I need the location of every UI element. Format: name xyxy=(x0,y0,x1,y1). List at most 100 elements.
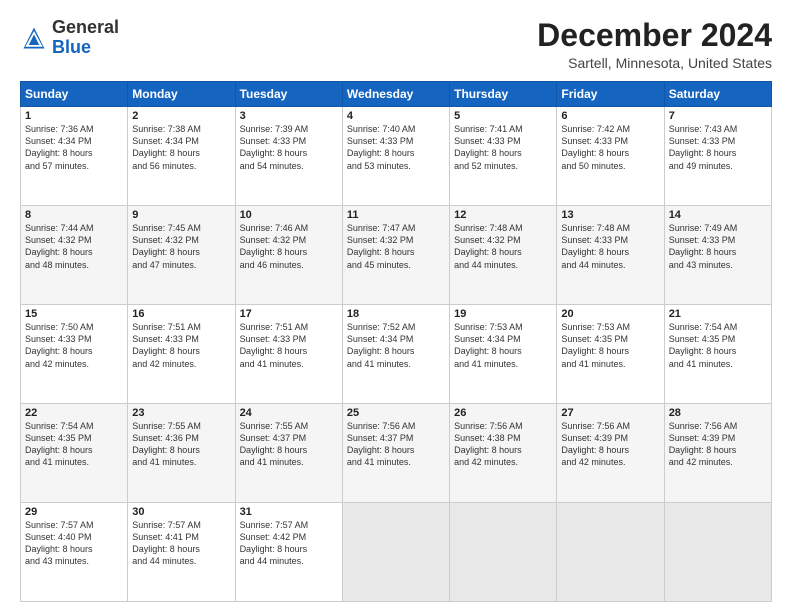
day-cell: 2Sunrise: 7:38 AM Sunset: 4:34 PM Daylig… xyxy=(128,107,235,206)
day-cell: 20Sunrise: 7:53 AM Sunset: 4:35 PM Dayli… xyxy=(557,305,664,404)
col-header-tuesday: Tuesday xyxy=(235,82,342,107)
day-info: Sunrise: 7:39 AM Sunset: 4:33 PM Dayligh… xyxy=(240,123,338,172)
week-row-4: 22Sunrise: 7:54 AM Sunset: 4:35 PM Dayli… xyxy=(21,404,772,503)
day-info: Sunrise: 7:56 AM Sunset: 4:39 PM Dayligh… xyxy=(669,420,767,469)
calendar-header-row: SundayMondayTuesdayWednesdayThursdayFrid… xyxy=(21,82,772,107)
day-cell: 23Sunrise: 7:55 AM Sunset: 4:36 PM Dayli… xyxy=(128,404,235,503)
day-info: Sunrise: 7:43 AM Sunset: 4:33 PM Dayligh… xyxy=(669,123,767,172)
day-number: 29 xyxy=(25,506,123,518)
day-cell: 1Sunrise: 7:36 AM Sunset: 4:34 PM Daylig… xyxy=(21,107,128,206)
day-info: Sunrise: 7:45 AM Sunset: 4:32 PM Dayligh… xyxy=(132,222,230,271)
day-cell: 6Sunrise: 7:42 AM Sunset: 4:33 PM Daylig… xyxy=(557,107,664,206)
day-cell: 29Sunrise: 7:57 AM Sunset: 4:40 PM Dayli… xyxy=(21,503,128,602)
day-cell xyxy=(557,503,664,602)
day-info: Sunrise: 7:56 AM Sunset: 4:37 PM Dayligh… xyxy=(347,420,445,469)
day-number: 2 xyxy=(132,110,230,122)
day-cell: 17Sunrise: 7:51 AM Sunset: 4:33 PM Dayli… xyxy=(235,305,342,404)
week-row-5: 29Sunrise: 7:57 AM Sunset: 4:40 PM Dayli… xyxy=(21,503,772,602)
col-header-sunday: Sunday xyxy=(21,82,128,107)
day-info: Sunrise: 7:42 AM Sunset: 4:33 PM Dayligh… xyxy=(561,123,659,172)
day-cell: 15Sunrise: 7:50 AM Sunset: 4:33 PM Dayli… xyxy=(21,305,128,404)
day-cell: 18Sunrise: 7:52 AM Sunset: 4:34 PM Dayli… xyxy=(342,305,449,404)
day-info: Sunrise: 7:49 AM Sunset: 4:33 PM Dayligh… xyxy=(669,222,767,271)
day-number: 8 xyxy=(25,209,123,221)
day-number: 21 xyxy=(669,308,767,320)
week-row-1: 1Sunrise: 7:36 AM Sunset: 4:34 PM Daylig… xyxy=(21,107,772,206)
day-info: Sunrise: 7:55 AM Sunset: 4:36 PM Dayligh… xyxy=(132,420,230,469)
day-number: 11 xyxy=(347,209,445,221)
day-cell: 31Sunrise: 7:57 AM Sunset: 4:42 PM Dayli… xyxy=(235,503,342,602)
header: General Blue December 2024 Sartell, Minn… xyxy=(20,18,772,71)
col-header-friday: Friday xyxy=(557,82,664,107)
day-cell: 30Sunrise: 7:57 AM Sunset: 4:41 PM Dayli… xyxy=(128,503,235,602)
day-number: 30 xyxy=(132,506,230,518)
day-cell: 4Sunrise: 7:40 AM Sunset: 4:33 PM Daylig… xyxy=(342,107,449,206)
day-cell: 24Sunrise: 7:55 AM Sunset: 4:37 PM Dayli… xyxy=(235,404,342,503)
day-cell: 7Sunrise: 7:43 AM Sunset: 4:33 PM Daylig… xyxy=(664,107,771,206)
day-cell: 8Sunrise: 7:44 AM Sunset: 4:32 PM Daylig… xyxy=(21,206,128,305)
day-cell: 10Sunrise: 7:46 AM Sunset: 4:32 PM Dayli… xyxy=(235,206,342,305)
main-title: December 2024 xyxy=(537,18,772,53)
day-info: Sunrise: 7:51 AM Sunset: 4:33 PM Dayligh… xyxy=(132,321,230,370)
day-number: 13 xyxy=(561,209,659,221)
day-info: Sunrise: 7:57 AM Sunset: 4:42 PM Dayligh… xyxy=(240,519,338,568)
day-cell: 25Sunrise: 7:56 AM Sunset: 4:37 PM Dayli… xyxy=(342,404,449,503)
day-number: 6 xyxy=(561,110,659,122)
day-info: Sunrise: 7:56 AM Sunset: 4:38 PM Dayligh… xyxy=(454,420,552,469)
day-number: 22 xyxy=(25,407,123,419)
day-number: 5 xyxy=(454,110,552,122)
day-cell: 13Sunrise: 7:48 AM Sunset: 4:33 PM Dayli… xyxy=(557,206,664,305)
day-number: 23 xyxy=(132,407,230,419)
logo: General Blue xyxy=(20,18,119,58)
col-header-thursday: Thursday xyxy=(450,82,557,107)
day-info: Sunrise: 7:44 AM Sunset: 4:32 PM Dayligh… xyxy=(25,222,123,271)
day-info: Sunrise: 7:40 AM Sunset: 4:33 PM Dayligh… xyxy=(347,123,445,172)
day-info: Sunrise: 7:55 AM Sunset: 4:37 PM Dayligh… xyxy=(240,420,338,469)
day-number: 1 xyxy=(25,110,123,122)
day-info: Sunrise: 7:57 AM Sunset: 4:40 PM Dayligh… xyxy=(25,519,123,568)
week-row-2: 8Sunrise: 7:44 AM Sunset: 4:32 PM Daylig… xyxy=(21,206,772,305)
day-number: 10 xyxy=(240,209,338,221)
day-number: 12 xyxy=(454,209,552,221)
day-number: 17 xyxy=(240,308,338,320)
day-cell xyxy=(664,503,771,602)
page: General Blue December 2024 Sartell, Minn… xyxy=(0,0,792,612)
day-cell: 3Sunrise: 7:39 AM Sunset: 4:33 PM Daylig… xyxy=(235,107,342,206)
day-number: 26 xyxy=(454,407,552,419)
day-cell: 16Sunrise: 7:51 AM Sunset: 4:33 PM Dayli… xyxy=(128,305,235,404)
day-number: 25 xyxy=(347,407,445,419)
day-cell: 22Sunrise: 7:54 AM Sunset: 4:35 PM Dayli… xyxy=(21,404,128,503)
day-number: 16 xyxy=(132,308,230,320)
logo-general-text: General xyxy=(52,17,119,37)
day-info: Sunrise: 7:50 AM Sunset: 4:33 PM Dayligh… xyxy=(25,321,123,370)
day-cell: 21Sunrise: 7:54 AM Sunset: 4:35 PM Dayli… xyxy=(664,305,771,404)
day-cell: 5Sunrise: 7:41 AM Sunset: 4:33 PM Daylig… xyxy=(450,107,557,206)
day-info: Sunrise: 7:53 AM Sunset: 4:35 PM Dayligh… xyxy=(561,321,659,370)
day-info: Sunrise: 7:52 AM Sunset: 4:34 PM Dayligh… xyxy=(347,321,445,370)
day-info: Sunrise: 7:48 AM Sunset: 4:33 PM Dayligh… xyxy=(561,222,659,271)
day-cell: 12Sunrise: 7:48 AM Sunset: 4:32 PM Dayli… xyxy=(450,206,557,305)
day-info: Sunrise: 7:46 AM Sunset: 4:32 PM Dayligh… xyxy=(240,222,338,271)
calendar-table: SundayMondayTuesdayWednesdayThursdayFrid… xyxy=(20,81,772,602)
day-cell xyxy=(342,503,449,602)
day-number: 24 xyxy=(240,407,338,419)
day-info: Sunrise: 7:41 AM Sunset: 4:33 PM Dayligh… xyxy=(454,123,552,172)
col-header-saturday: Saturday xyxy=(664,82,771,107)
day-cell: 11Sunrise: 7:47 AM Sunset: 4:32 PM Dayli… xyxy=(342,206,449,305)
logo-icon xyxy=(20,24,48,52)
day-info: Sunrise: 7:53 AM Sunset: 4:34 PM Dayligh… xyxy=(454,321,552,370)
day-info: Sunrise: 7:54 AM Sunset: 4:35 PM Dayligh… xyxy=(25,420,123,469)
col-header-wednesday: Wednesday xyxy=(342,82,449,107)
day-number: 27 xyxy=(561,407,659,419)
day-number: 14 xyxy=(669,209,767,221)
col-header-monday: Monday xyxy=(128,82,235,107)
day-number: 28 xyxy=(669,407,767,419)
day-info: Sunrise: 7:54 AM Sunset: 4:35 PM Dayligh… xyxy=(669,321,767,370)
day-cell: 26Sunrise: 7:56 AM Sunset: 4:38 PM Dayli… xyxy=(450,404,557,503)
day-cell: 27Sunrise: 7:56 AM Sunset: 4:39 PM Dayli… xyxy=(557,404,664,503)
day-info: Sunrise: 7:56 AM Sunset: 4:39 PM Dayligh… xyxy=(561,420,659,469)
day-info: Sunrise: 7:36 AM Sunset: 4:34 PM Dayligh… xyxy=(25,123,123,172)
day-cell xyxy=(450,503,557,602)
day-number: 19 xyxy=(454,308,552,320)
day-cell: 9Sunrise: 7:45 AM Sunset: 4:32 PM Daylig… xyxy=(128,206,235,305)
